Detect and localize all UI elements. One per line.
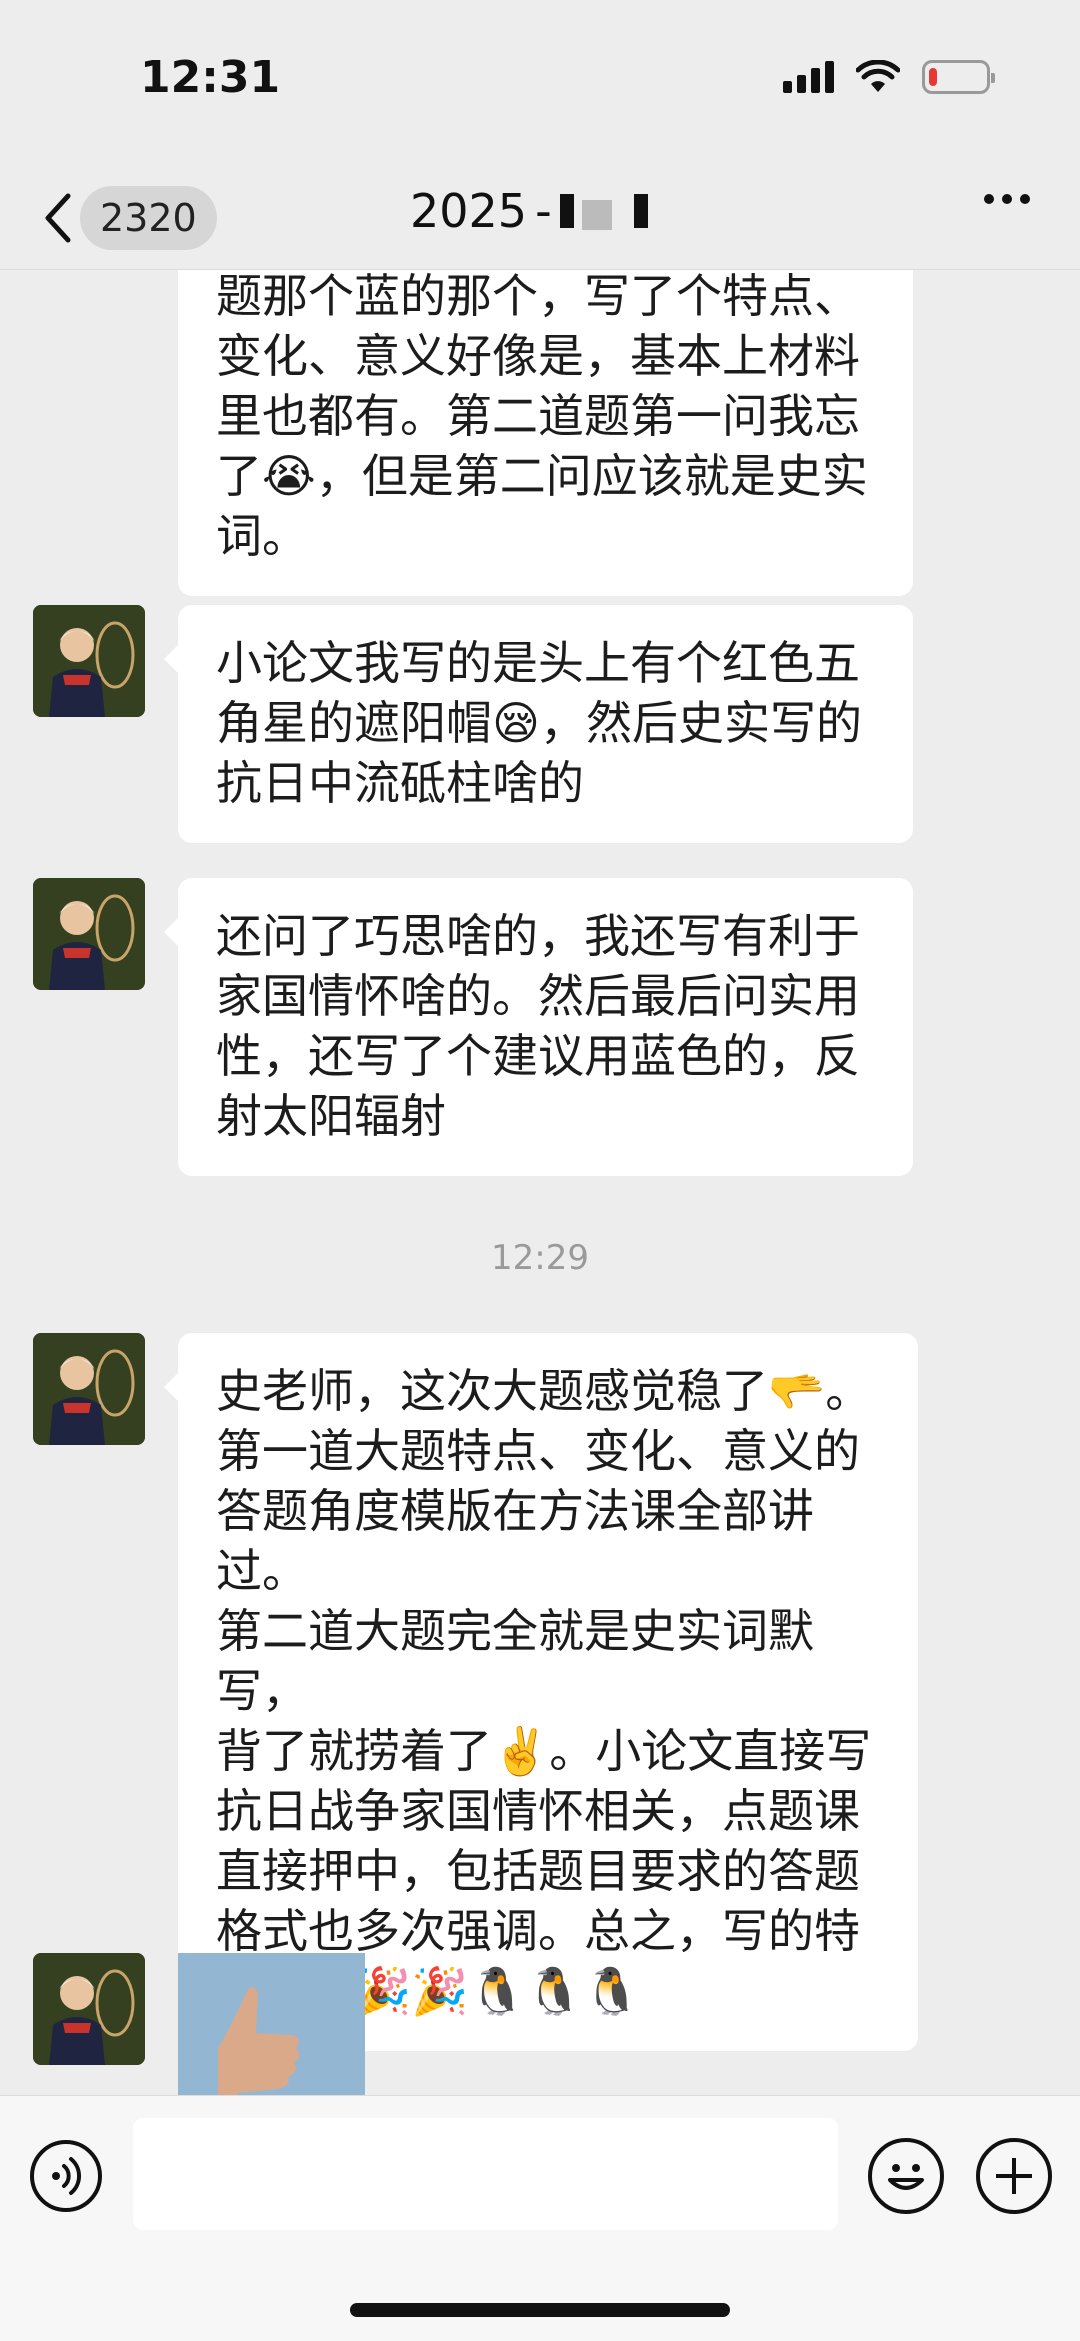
message-line: 小论文我写的是头上有个红色五 [216, 636, 860, 690]
message-bubble[interactable]: 题那个蓝的那个，写了个特点、 变化、意义好像是，基本上材料 里也都有。第二道题第… [178, 270, 913, 596]
message-bubble[interactable]: 还问了巧思啥的，我还写有利于 家国情怀啥的。然后最后问实用 性，还写了个建议用蓝… [164, 878, 913, 1176]
back-button[interactable]: 2320 [40, 186, 217, 250]
avatar-photo [33, 1333, 145, 1445]
redacted-mark [633, 194, 648, 228]
avatar[interactable] [33, 878, 145, 990]
status-bar: 12:31 [0, 0, 1080, 160]
message-bubble[interactable]: 史老师，这次大题感觉稳了🫳。 第一道大题特点、变化、意义的 答题角度模版在方法课… [164, 1333, 918, 2051]
status-indicators [783, 60, 995, 94]
voice-icon [52, 2157, 82, 2195]
message-line: 背了就捞着了✌️。小论文直接写 [216, 1724, 872, 1778]
message-line: 格式也多次强调。总之，写的特 [216, 1904, 860, 1958]
more-functions-button[interactable] [976, 2138, 1052, 2214]
more-dot [984, 194, 994, 204]
message-line: 第一道大题特点、变化、意义的 [216, 1424, 860, 1478]
chat-header: 2320 2025 - [0, 160, 1080, 270]
input-bar [0, 2095, 1080, 2341]
more-dot [1020, 194, 1030, 204]
thumbs-up-icon [178, 1953, 365, 2095]
chat-title-text: 2025 [410, 184, 528, 238]
message-line: 词。 [216, 509, 308, 563]
wifi-icon [856, 60, 900, 92]
avatar-photo [33, 878, 145, 990]
message-line: 变化、意义好像是，基本上材料 [216, 329, 860, 383]
emoji-button[interactable] [868, 2138, 944, 2214]
chat-title: 2025 - [410, 184, 648, 238]
message-line: 答题角度模版在方法课全部讲过。 [216, 1484, 814, 1598]
signal-icon [783, 61, 834, 93]
message-line: 直接押中，包括题目要求的答题 [216, 1844, 860, 1898]
message-timestamp: 12:29 [491, 1238, 589, 1278]
message-line: 家国情怀啥的。然后最后问实用 [216, 969, 860, 1023]
message-line: 史老师，这次大题感觉稳了🫳。 [216, 1364, 872, 1418]
message-line: 里也都有。第二道题第一问我忘 [216, 389, 860, 443]
message-line: 抗日中流砥柱啥的 [216, 756, 584, 810]
status-time: 12:31 [140, 52, 281, 103]
redacted-mark [559, 194, 574, 228]
message-line: 了😭，但是第二问应该就是史实 [216, 449, 868, 503]
battery-icon [922, 60, 995, 94]
smiley-icon [888, 2164, 924, 2190]
message-line: 题那个蓝的那个，写了个特点、 [216, 270, 860, 323]
avatar[interactable] [33, 1953, 145, 2065]
message-bubble[interactable]: 小论文我写的是头上有个红色五 角星的遮阳帽😪，然后史实写的 抗日中流砥柱啥的 [164, 605, 913, 843]
message-line: 性，还写了个建议用蓝色的，反 [216, 1029, 860, 1083]
redacted-mark [581, 200, 612, 230]
message-line: 抗日战争家国情怀相关，点题课 [216, 1784, 860, 1838]
message-input[interactable] [133, 2118, 838, 2230]
thumbs-up-photo-message[interactable] [178, 1953, 365, 2095]
message-line: 还问了巧思啥的，我还写有利于 [216, 909, 860, 963]
battery-level [929, 68, 937, 86]
avatar-photo [33, 605, 145, 717]
message-line: 角星的遮阳帽😪，然后史实写的 [216, 696, 862, 750]
more-options-button[interactable] [984, 194, 1030, 204]
message-line: 射太阳辐射 [216, 1089, 446, 1143]
avatar[interactable] [33, 605, 145, 717]
avatar-photo [33, 1953, 145, 2065]
message-line: 第二道大题完全就是史实词默写， [216, 1604, 814, 1718]
unread-count-badge: 2320 [80, 186, 217, 250]
chevron-left-icon [45, 193, 71, 243]
voice-input-button[interactable] [30, 2140, 102, 2212]
chat-title-suffix: - [535, 184, 552, 238]
more-dot [1002, 194, 1012, 204]
avatar[interactable] [33, 1333, 145, 1445]
chat-messages[interactable]: 题那个蓝的那个，写了个特点、 变化、意义好像是，基本上材料 里也都有。第二道题第… [0, 270, 1080, 2095]
home-indicator[interactable] [350, 2303, 730, 2317]
